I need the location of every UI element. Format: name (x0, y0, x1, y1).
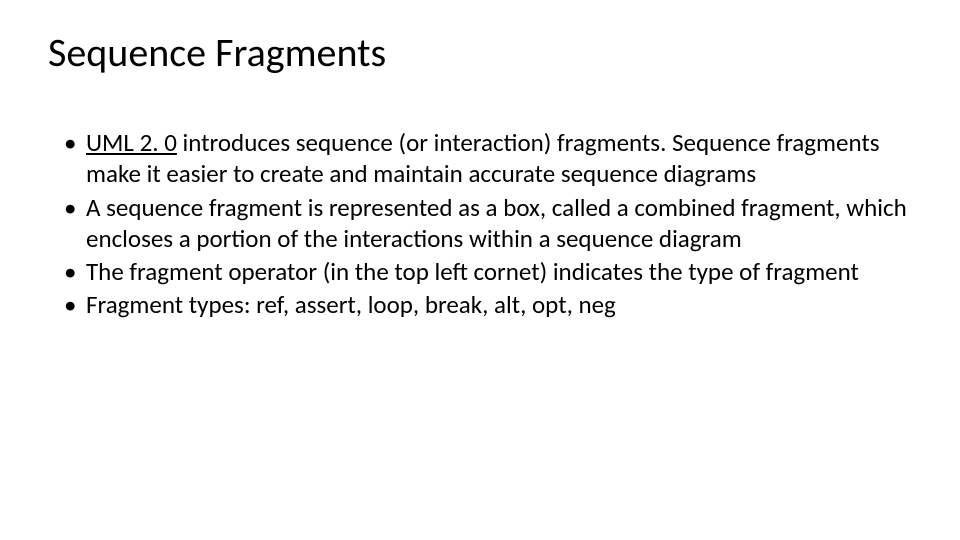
bullet-item: A sequence fragment is represented as a … (64, 192, 912, 255)
bullet-text: Fragment types: ref, assert, loop, break… (86, 289, 616, 320)
bullet-item: The fragment operator (in the top left c… (64, 256, 912, 287)
bullet-list: UML 2. 0 introduces sequence (or interac… (48, 127, 912, 321)
bullet-text: introduces sequence (or interaction) fra… (86, 127, 880, 189)
bullet-item: Fragment types: ref, assert, loop, break… (64, 289, 912, 320)
bullet-text: The fragment operator (in the top left c… (86, 256, 859, 287)
slide-body: UML 2. 0 introduces sequence (or interac… (48, 127, 912, 321)
bullet-text: A sequence fragment is represented as a … (86, 192, 907, 254)
slide-title: Sequence Fragments (48, 28, 912, 77)
uml-link[interactable]: UML 2. 0 (86, 127, 177, 158)
slide: Sequence Fragments UML 2. 0 introduces s… (0, 0, 960, 540)
bullet-item: UML 2. 0 introduces sequence (or interac… (64, 127, 912, 190)
